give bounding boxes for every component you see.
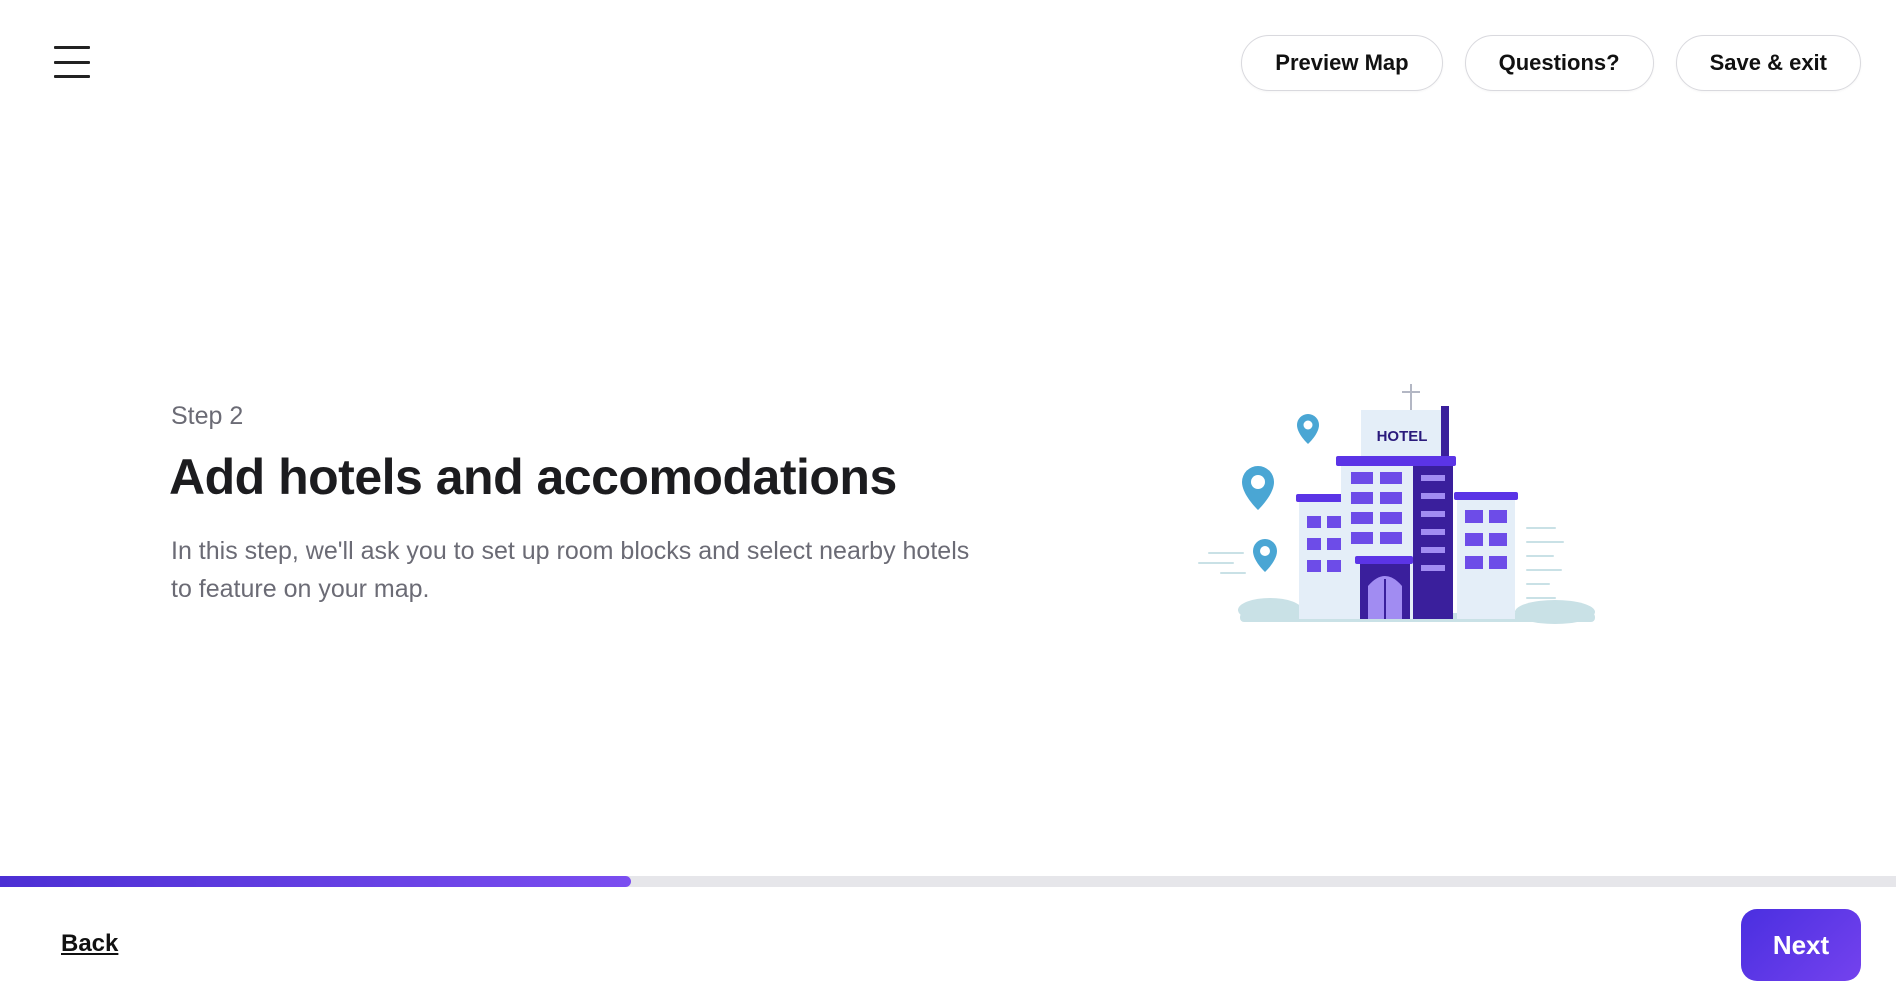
hotel-sign-text: HOTEL: [1377, 428, 1428, 445]
progress-bar: [0, 876, 1896, 887]
step-label: Step 2: [171, 402, 244, 430]
top-actions: Preview Map Questions? Save & exit: [1241, 35, 1861, 91]
questions-button[interactable]: Questions?: [1464, 35, 1654, 91]
hamburger-menu-icon[interactable]: [54, 44, 90, 80]
step-description: In this step, we'll ask you to set up ro…: [171, 537, 970, 603]
page-title: Add hotels and accomodations: [169, 449, 897, 505]
hotel-illustration: HOTEL: [1198, 384, 1595, 624]
back-link[interactable]: Back: [61, 930, 118, 958]
onboarding-step-page: Preview Map Questions? Save & exit Step …: [0, 0, 1896, 997]
preview-map-button[interactable]: Preview Map: [1241, 35, 1443, 91]
progress-bar-fill: [0, 876, 632, 887]
save-and-exit-button[interactable]: Save & exit: [1675, 35, 1861, 91]
next-button[interactable]: Next: [1741, 909, 1861, 981]
